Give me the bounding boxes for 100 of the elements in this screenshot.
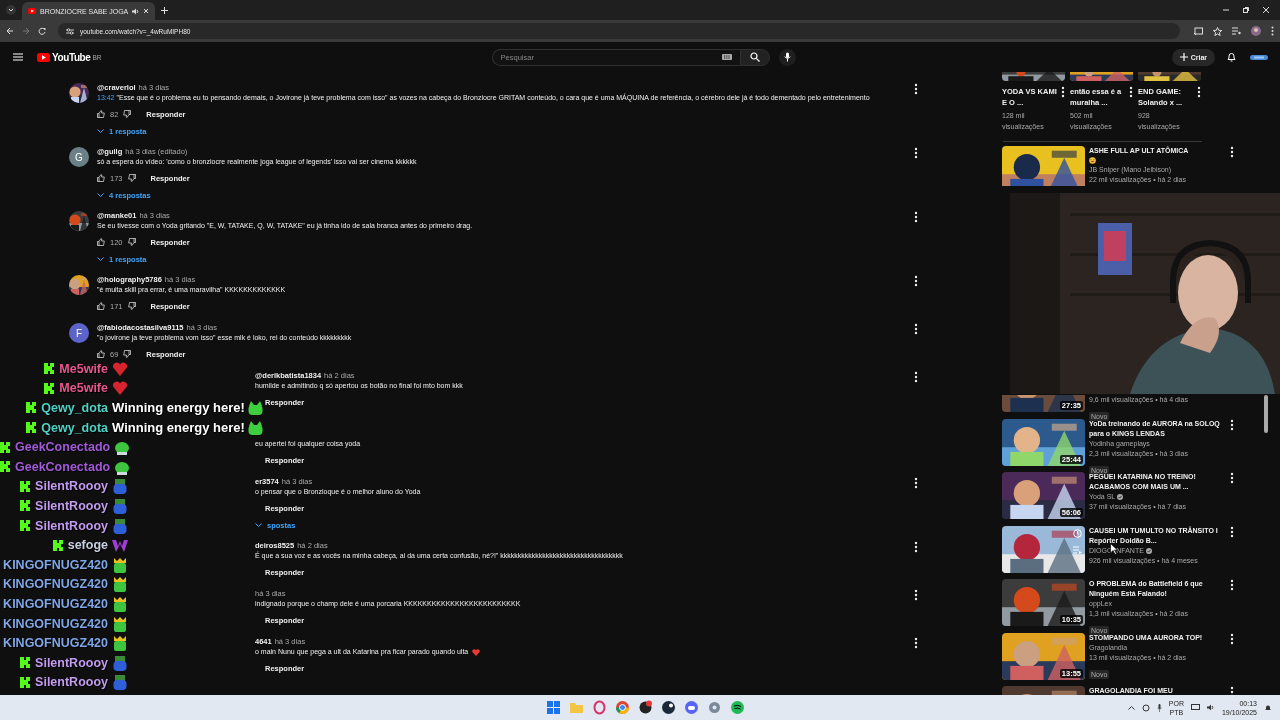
settings-icon[interactable] <box>707 700 722 715</box>
menu-icon[interactable] <box>13 53 23 61</box>
network-icon[interactable] <box>1190 704 1200 711</box>
avatar[interactable] <box>69 275 89 295</box>
more-options-icon[interactable] <box>914 637 918 649</box>
dislike-icon[interactable] <box>127 174 136 182</box>
avatar[interactable]: F <box>69 323 89 343</box>
chevron-down-icon <box>97 257 104 261</box>
cast-icon[interactable] <box>1194 27 1203 35</box>
chat-username[interactable]: Me5wife <box>44 361 108 376</box>
more-options-icon[interactable] <box>914 323 918 335</box>
restore-icon[interactable] <box>1242 6 1250 14</box>
clock-icon[interactable] <box>1073 528 1082 538</box>
more-options-icon[interactable] <box>914 371 918 383</box>
more-options-icon[interactable] <box>1197 86 1201 98</box>
avatar[interactable]: G <box>69 147 89 167</box>
notifications-icon[interactable] <box>1227 52 1236 62</box>
browser-icon[interactable] <box>615 700 630 715</box>
more-options-icon[interactable] <box>1061 86 1065 98</box>
back-icon[interactable] <box>6 27 14 35</box>
chevron-down-icon <box>255 523 262 527</box>
chat-username[interactable]: Me5wife <box>44 381 108 396</box>
like-icon[interactable] <box>97 110 105 118</box>
star-icon[interactable] <box>1213 26 1222 36</box>
close-icon[interactable] <box>143 8 150 14</box>
ring-icon[interactable] <box>592 700 607 715</box>
more-options-icon[interactable] <box>914 147 918 159</box>
search-icon <box>749 52 760 62</box>
profile-avatar-icon[interactable] <box>1251 26 1261 36</box>
more-options-icon[interactable] <box>1230 632 1234 645</box>
site-info-icon[interactable] <box>66 27 74 35</box>
dislike-icon[interactable] <box>123 110 132 118</box>
chat-app-icon[interactable] <box>684 700 699 715</box>
forward-icon[interactable] <box>22 27 30 35</box>
chat-username[interactable]: SilentRoooy <box>20 518 108 533</box>
chat-username[interactable]: KINGOFNUGZ420 <box>3 577 108 592</box>
media-controls-icon[interactable] <box>1232 27 1241 35</box>
game-store-icon[interactable] <box>661 700 676 715</box>
like-icon[interactable] <box>97 238 105 246</box>
chat-username[interactable]: KINGOFNUGZ420 <box>3 557 108 572</box>
more-options-icon[interactable] <box>914 211 918 223</box>
more-options-icon[interactable] <box>914 477 918 489</box>
chat-username[interactable]: SilentRoooy <box>20 655 108 670</box>
dislike-icon[interactable] <box>127 238 136 246</box>
close-icon[interactable] <box>1262 6 1270 14</box>
volume-icon[interactable] <box>1206 704 1215 711</box>
more-options-icon[interactable] <box>1230 146 1234 158</box>
avatar[interactable] <box>69 83 89 103</box>
youtube-favicon-icon <box>28 8 36 14</box>
more-options-icon[interactable] <box>1230 579 1234 591</box>
like-icon[interactable] <box>97 174 105 182</box>
more-options-icon[interactable] <box>914 275 918 287</box>
chat-username[interactable]: SilentRoooy <box>20 498 108 513</box>
more-options-icon[interactable] <box>914 83 918 95</box>
chat-username[interactable]: Qewy_dota <box>26 401 108 415</box>
chat-username[interactable]: KINGOFNUGZ420 <box>3 616 108 631</box>
chat-message: Winning energy here! <box>112 400 245 416</box>
dislike-icon[interactable] <box>123 350 132 358</box>
new-tab-icon[interactable] <box>161 6 169 14</box>
minimize-icon[interactable] <box>1222 6 1230 14</box>
chat-username[interactable]: sefoge <box>52 538 108 553</box>
more-options-icon[interactable] <box>1230 472 1234 484</box>
more-options-icon[interactable] <box>914 541 918 553</box>
music-icon[interactable] <box>730 700 745 715</box>
chat-username[interactable]: Qewy_dota <box>26 420 108 435</box>
chevron-up-icon[interactable] <box>1127 705 1135 710</box>
microphone-button[interactable] <box>778 48 796 66</box>
sync-icon[interactable] <box>1141 703 1150 712</box>
chat-username[interactable]: KINGOFNUGZ420 <box>3 596 108 611</box>
chevron-down-icon <box>97 193 104 197</box>
more-options-icon[interactable] <box>1230 525 1234 538</box>
more-options-icon[interactable] <box>1230 418 1234 431</box>
menu-icon[interactable] <box>1271 26 1274 36</box>
search-button[interactable] <box>739 48 770 66</box>
dislike-icon[interactable] <box>127 302 136 310</box>
like-icon[interactable] <box>97 302 105 310</box>
like-icon[interactable] <box>97 350 105 358</box>
start-icon[interactable] <box>546 700 561 715</box>
chat-message: Winning energy here! <box>112 420 245 436</box>
speaker-icon[interactable] <box>132 7 140 15</box>
chat-username[interactable]: SilentRoooy <box>20 479 108 494</box>
plus-icon <box>1179 53 1188 61</box>
chat-username[interactable]: GeekConectado <box>0 440 111 455</box>
chat-username[interactable]: SilentRoooy <box>20 675 108 690</box>
microphone-icon <box>783 52 791 62</box>
record-icon[interactable] <box>638 700 653 715</box>
play-logo-icon <box>37 52 50 62</box>
more-options-icon[interactable] <box>1129 86 1133 98</box>
more-options-icon[interactable] <box>914 589 918 601</box>
notification-bell-icon[interactable] <box>1264 703 1272 712</box>
chat-username[interactable]: GeekConectado <box>0 459 111 474</box>
chevron-down-icon <box>97 129 104 133</box>
keyboard-icon[interactable] <box>721 54 732 60</box>
avatar[interactable] <box>69 211 89 231</box>
scrollbar-thumb[interactable] <box>1264 395 1268 433</box>
account-avatar-icon[interactable] <box>1250 54 1268 60</box>
reload-icon[interactable] <box>38 27 46 35</box>
microphone-icon[interactable] <box>1156 703 1162 712</box>
chat-username[interactable]: KINGOFNUGZ420 <box>3 636 108 651</box>
tab-list-icon[interactable] <box>6 5 16 15</box>
